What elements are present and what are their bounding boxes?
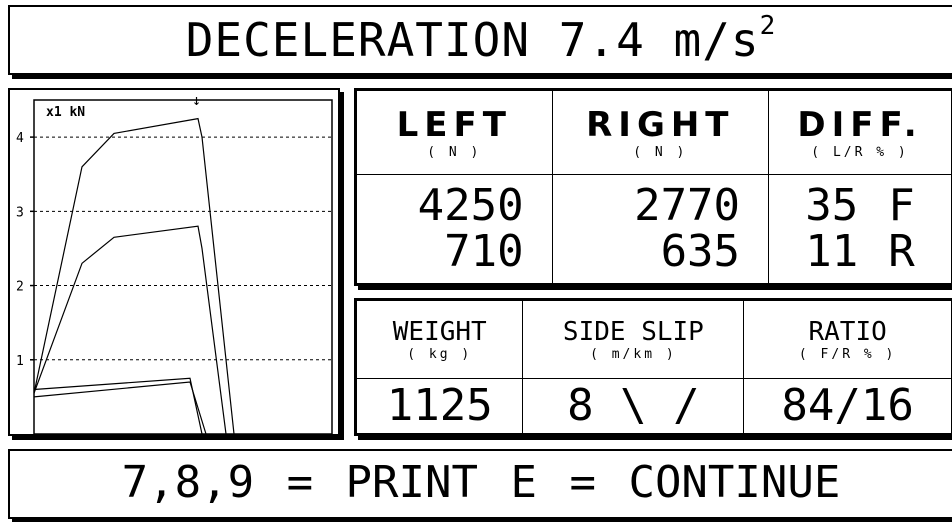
left-values: 4250 710: [356, 174, 553, 284]
right-front-value: 2770: [634, 180, 741, 231]
ratio-label: RATIO: [808, 317, 887, 347]
diff-values: 35 F 11 R: [768, 174, 952, 284]
force-table: LEFT( N ) RIGHT( N ) DIFF.( L/R % ) 4250…: [354, 88, 952, 286]
diff-unit: ( L/R % ): [811, 145, 909, 160]
diff-label: DIFF.: [797, 105, 923, 145]
peak-marker-arrow: ↓: [192, 91, 201, 109]
force-curve-1: [33, 117, 235, 435]
side-slip-value: 8 \ /: [567, 380, 700, 431]
ratio-value: 84/16: [781, 380, 914, 431]
key-prompt: 7,8,9 = PRINT E = CONTINUE: [121, 457, 841, 508]
unit-superscript: 2: [759, 11, 777, 41]
ratio-unit: ( F/R % ): [798, 347, 897, 362]
y-axis-label: x1 kN: [46, 105, 85, 120]
left-front-value: 4250: [417, 180, 524, 231]
vehicle-info-table: WEIGHT( kg ) SIDE SLIP( m/km ) RATIO( F/…: [354, 298, 952, 436]
right-label: RIGHT: [586, 105, 735, 145]
ratio-header: RATIO( F/R % ): [743, 300, 952, 379]
force-chart-svg: 1 2 3 4 x1 kN ↓: [16, 91, 333, 435]
weight-label: WEIGHT: [392, 317, 487, 347]
weight-header: WEIGHT( kg ): [355, 300, 524, 379]
right-unit: ( N ): [633, 145, 688, 160]
force-curve-3: [33, 377, 203, 435]
force-curve-4: [33, 381, 207, 435]
ytick-label-4: 4: [16, 131, 24, 146]
diff-front-side: F: [888, 180, 915, 231]
left-header: LEFT( N ): [356, 90, 553, 175]
left-label: LEFT: [396, 105, 512, 145]
weight-value: 1125: [386, 380, 493, 431]
diff-front-value: 35: [805, 180, 859, 231]
ytick-label-3: 3: [16, 205, 24, 220]
ytick-label-2: 2: [16, 280, 24, 295]
plot-frame: [33, 99, 333, 435]
diff-rear-side: R: [888, 226, 915, 277]
side-slip-header: SIDE SLIP( m/km ): [522, 300, 745, 379]
side-slip-label: SIDE SLIP: [562, 317, 704, 347]
left-rear-value: 710: [444, 226, 524, 277]
force-chart: 1 2 3 4 x1 kN ↓: [8, 88, 340, 436]
deceleration-title: DECELERATION 7.4 m/s: [185, 13, 760, 67]
side-slip-unit: ( m/km ): [590, 347, 677, 362]
diff-rear-value: 11: [805, 226, 859, 277]
diff-header: DIFF.( L/R % ): [768, 90, 952, 175]
weight-unit: ( kg ): [407, 347, 473, 362]
key-prompt-panel: 7,8,9 = PRINT E = CONTINUE: [8, 449, 952, 519]
right-header: RIGHT( N ): [551, 90, 770, 175]
title-panel: DECELERATION 7.4 m/s2: [8, 5, 952, 75]
left-unit: ( N ): [427, 145, 482, 160]
ytick-label-1: 1: [16, 354, 24, 369]
right-rear-value: 635: [660, 226, 741, 277]
right-values: 2770 635: [551, 174, 770, 284]
